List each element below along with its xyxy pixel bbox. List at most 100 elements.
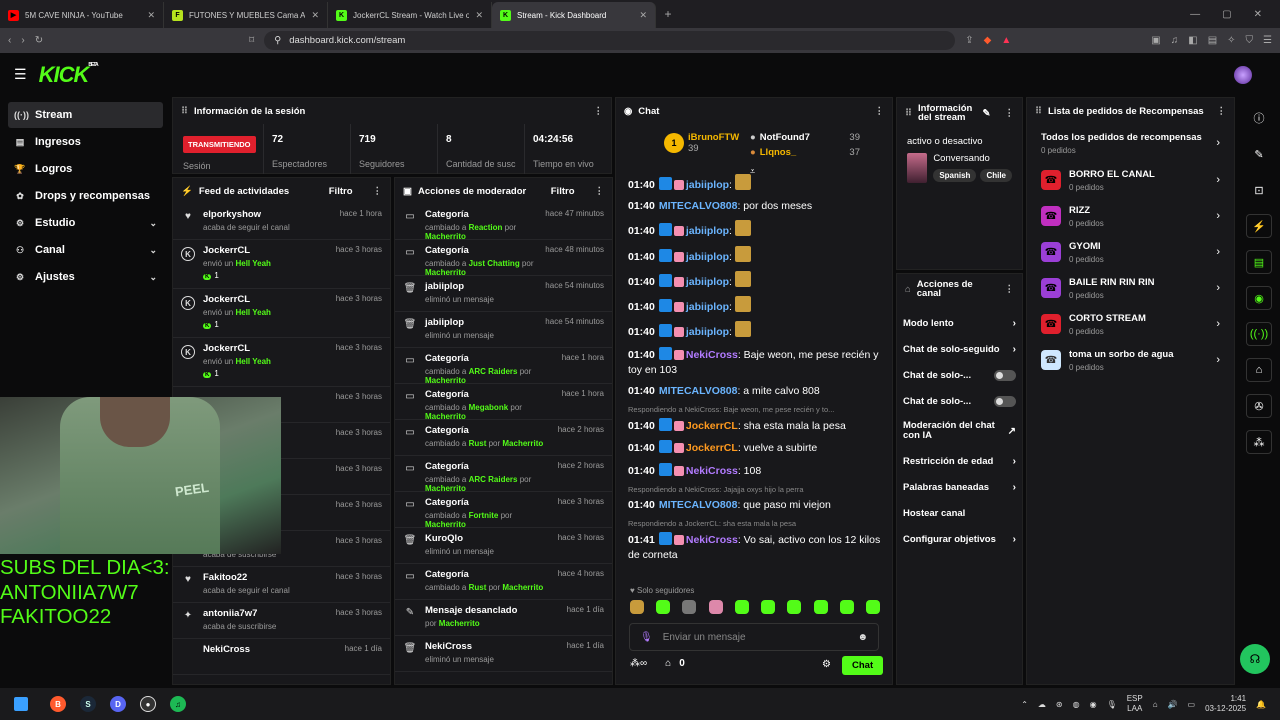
media-icon[interactable]: ♫ (1171, 35, 1179, 46)
sidebar-item[interactable]: 🏆 Logros (8, 156, 163, 182)
close-tab-icon[interactable]: ✕ (639, 10, 647, 21)
chat-icon[interactable]: ◉ (1246, 286, 1272, 310)
toggle-switch[interactable] (994, 369, 1016, 381)
message-username[interactable]: NekiCross (686, 465, 738, 477)
more-icon[interactable]: ⋮ (1005, 284, 1015, 295)
list-item[interactable]: ✦ antoniia7w7 acaba de suscribirse hace 3 h… (173, 603, 390, 639)
browser-tab[interactable]: ▶ 5M CAVE NINJA - YouTube ✕ (0, 2, 164, 28)
emote-icon[interactable] (734, 600, 749, 614)
message-username[interactable]: JockerrCL (686, 442, 738, 454)
message-username[interactable]: NekiCross (686, 534, 738, 546)
list-item[interactable]: ▭ Categoría cambiado a Fortnite por Macher… (395, 492, 612, 529)
broadcast-icon[interactable]: ((·)) (1246, 322, 1272, 346)
chat-message[interactable]: 01:40 jabiiplop: (628, 270, 882, 290)
chat-message[interactable]: 01:40 jabiiplop: (628, 174, 882, 193)
emote-icon[interactable] (787, 600, 802, 614)
list-item[interactable]: ▭ Categoría cambiado a Rust por Macherrito… (395, 564, 612, 600)
menu-icon[interactable]: ☰ (1263, 35, 1272, 46)
close-tab-icon[interactable]: ✕ (311, 10, 319, 21)
points-icon[interactable]: ⁂∞ (630, 658, 647, 669)
grip-icon[interactable]: ⌂ (905, 284, 911, 295)
more-icon[interactable]: ⋮ (594, 106, 604, 117)
close-tab-icon[interactable]: ✕ (147, 10, 155, 21)
list-item[interactable]: ▭ Categoría cambiado a Just Chatting por M… (395, 240, 612, 277)
bookmark-icon[interactable]: ⌑ (249, 35, 254, 46)
mic-tray-icon[interactable]: 🎙 (1107, 700, 1117, 709)
close-tab-icon[interactable]: ✕ (475, 10, 483, 21)
channel-action[interactable]: Moderación del chat con IA ↗ (897, 414, 1022, 448)
chat-message[interactable]: 01:40 jabiiplop: (628, 245, 882, 265)
kick-logo[interactable]: KICKBETA (39, 62, 99, 88)
chat-message[interactable]: 01:40 JockerrCL: sha esta mala la pesa (628, 418, 882, 434)
capture-icon[interactable]: ⊡ (1246, 178, 1272, 202)
emote-icon[interactable] (656, 600, 671, 614)
notifications-icon[interactable]: 🔔 (1256, 700, 1266, 709)
filter-button[interactable]: Filtro (551, 186, 575, 197)
network-icon[interactable]: ⌂ (1153, 700, 1158, 709)
chat-message[interactable]: 01:40 MITECALVO808: a mite calvo 808 (628, 384, 882, 399)
windows-start-icon[interactable] (14, 697, 28, 711)
emote-icon[interactable] (708, 600, 723, 614)
leo-icon[interactable]: ✧ (1227, 35, 1235, 46)
brave-icon[interactable]: B (50, 696, 66, 712)
sidebar-item[interactable]: ((·)) Stream (8, 102, 163, 128)
top-gifter[interactable]: ● Llqnos_ 37 (750, 147, 860, 158)
reward-row[interactable]: ☎ BORRO EL CANAL 0 pedidos › (1027, 162, 1234, 198)
grip-icon[interactable]: ⠿ (905, 108, 912, 119)
all-rewards-row[interactable]: Todos los pedidos de recompensas 0 pedido… (1027, 124, 1234, 162)
list-item[interactable]: ▭ Categoría cambiado a ARC Raiders por Mac… (395, 456, 612, 493)
sidebar-item[interactable]: ▤ Ingresos (8, 129, 163, 155)
vpn-icon[interactable]: ⛉ (1246, 35, 1254, 46)
channel-action[interactable]: Hostear canal (897, 500, 1022, 526)
forward-icon[interactable]: › (21, 35, 24, 46)
minimize-icon[interactable]: — (1190, 9, 1200, 20)
chat-message[interactable]: 01:40 jabiiplop: (628, 321, 882, 340)
emote-icon[interactable] (761, 600, 776, 614)
battery-icon[interactable]: ▭ (1188, 700, 1196, 709)
more-icon[interactable]: ⋮ (1217, 106, 1227, 117)
more-icon[interactable]: ⋮ (875, 106, 885, 117)
chat-message[interactable]: 01:40 NekiCross: Baje weon, me pese recié… (628, 346, 882, 378)
send-chat-button[interactable]: Chat (842, 656, 884, 675)
store-icon[interactable]: ⌂ (1246, 358, 1272, 382)
grip-icon[interactable]: ⠿ (181, 106, 188, 117)
reader-icon[interactable]: ▣ (1151, 35, 1160, 46)
list-item[interactable]: K JockerrCL envió un Hell Yeah K 1 hace 3 hor… (173, 289, 390, 338)
emote-icon[interactable] (813, 600, 828, 614)
channel-action[interactable]: Configurar objetivos › (897, 526, 1022, 552)
clock[interactable]: 1:41 03-12-2025 (1205, 694, 1246, 713)
hamburger-icon[interactable]: ☰ (14, 66, 27, 83)
url-field[interactable]: ⚲ dashboard.kick.com/stream (264, 31, 956, 50)
chat-input[interactable]: 🎙 Enviar un mensaje ☻ (629, 623, 879, 651)
list-item[interactable]: ▭ Categoría cambiado a Reaction por Macher… (395, 204, 612, 241)
reward-row[interactable]: ☎ CORTO STREAM 0 pedidos › (1027, 306, 1234, 342)
message-username[interactable]: MITECALVO808 (659, 499, 738, 511)
list-item[interactable]: NekiCross hace 1 día (173, 639, 390, 675)
sidebar-item[interactable]: ✿ Drops y recompensas (8, 183, 163, 209)
list-item[interactable]: ▭ Categoría cambiado a Megabonk por Macher… (395, 384, 612, 421)
channel-action[interactable]: Chat de solo-seguido › (897, 336, 1022, 362)
emote-icon[interactable] (865, 600, 880, 614)
message-username[interactable]: jabiiplop (686, 251, 729, 263)
help-icon[interactable]: ☊ (1240, 644, 1270, 674)
browser-tab[interactable]: K JockerrCL Stream - Watch Live on Kick ✕ (328, 2, 492, 28)
brave-rewards-icon[interactable]: ▲ (1001, 35, 1011, 46)
message-username[interactable]: jabiiplop (686, 326, 729, 338)
new-tab-button[interactable]: + (656, 0, 680, 28)
list-item[interactable]: ▭ Categoría cambiado a Rust por Macherrito… (395, 420, 612, 456)
obs-tray-icon[interactable]: ◉ (1090, 700, 1097, 709)
reward-row[interactable]: ☎ RIZZ 0 pedidos › (1027, 198, 1234, 234)
steam-icon[interactable]: S (80, 696, 96, 712)
avatar[interactable] (1234, 65, 1252, 84)
list-item[interactable]: 🗑 NekiCross eliminó un mensaje hace 1 día (395, 636, 612, 672)
grip-icon[interactable]: ⠿ (1035, 106, 1042, 117)
sidebar-toggle-icon[interactable]: ◧ (1188, 35, 1197, 46)
tag[interactable]: Spanish (933, 169, 977, 182)
chat-message[interactable]: 01:41 NekiCross: Vo sai, activo con los 1… (628, 531, 882, 563)
emote-icon[interactable] (630, 600, 644, 614)
more-icon[interactable]: ⋮ (1005, 108, 1015, 119)
wrench-icon[interactable]: ✇ (1246, 394, 1272, 418)
channel-action[interactable]: Palabras baneadas › (897, 474, 1022, 500)
message-username[interactable]: MITECALVO808 (659, 200, 738, 212)
site-info-icon[interactable]: ⚲ (274, 35, 281, 46)
